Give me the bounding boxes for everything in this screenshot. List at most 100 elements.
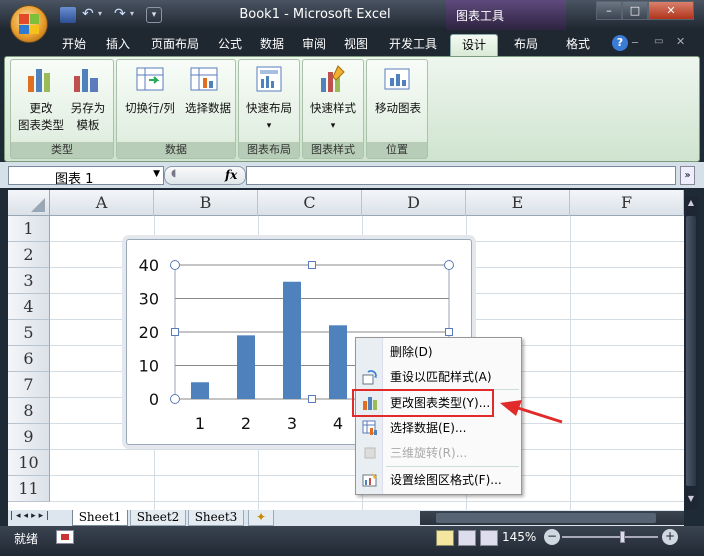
tab-review[interactable]: 审阅 <box>296 34 332 56</box>
sheet-nav-arrows-icon[interactable]: |◂◂▸▸| <box>10 511 70 525</box>
move-chart-button[interactable]: 移动图表 <box>367 100 429 117</box>
column-header-a[interactable]: A <box>50 190 154 216</box>
column-header-c[interactable]: C <box>258 190 362 216</box>
help-icon[interactable]: ? <box>612 35 628 51</box>
save-as-template-button[interactable]: 另存为 模板 <box>63 100 113 134</box>
scroll-down-icon[interactable]: ▼ <box>686 494 696 508</box>
row-header-4[interactable]: 4 <box>8 294 50 320</box>
save-icon[interactable] <box>60 7 76 23</box>
name-box[interactable]: 图表 1 ▼ <box>8 166 164 187</box>
highlight-box <box>352 389 494 417</box>
close-button[interactable]: ✕ <box>648 1 694 20</box>
row-header-8[interactable]: 8 <box>8 398 50 424</box>
customize-qat-icon[interactable]: ▾ <box>146 7 162 23</box>
quick-style-button[interactable]: 快速样式 <box>303 100 363 117</box>
tab-developer[interactable]: 开发工具 <box>382 34 444 56</box>
insert-function-icon[interactable]: fx <box>225 168 237 182</box>
tab-insert[interactable]: 插入 <box>100 34 136 56</box>
row-header-3[interactable]: 3 <box>8 268 50 294</box>
quick-style-dropdown-icon[interactable]: ▾ <box>303 118 363 135</box>
normal-view-icon[interactable] <box>436 530 454 546</box>
page-layout-view-icon[interactable] <box>458 530 476 546</box>
save-template-icon <box>74 69 98 92</box>
vertical-scrollbar[interactable]: ▲ ▼ <box>684 196 698 510</box>
column-header-d[interactable]: D <box>362 190 466 216</box>
menu-item-reset-style-label: 重设以匹配样式(A) <box>390 370 492 384</box>
redo-dropdown-icon[interactable]: ▾ <box>130 9 134 18</box>
tab-layout[interactable]: 布局 <box>506 34 546 56</box>
page-break-view-icon[interactable] <box>480 530 498 546</box>
menu-item-delete[interactable]: 删除(D) <box>356 340 521 364</box>
tab-formulas[interactable]: 公式 <box>212 34 248 56</box>
bar <box>329 325 347 399</box>
tab-data[interactable]: 数据 <box>254 34 290 56</box>
sheet-tab-2[interactable]: Sheet2 <box>130 510 186 526</box>
redo-icon[interactable]: ↷ <box>114 6 126 22</box>
status-bar <box>0 526 704 556</box>
scroll-up-icon[interactable]: ▲ <box>686 198 696 212</box>
bar <box>237 335 255 399</box>
zoom-slider-thumb[interactable] <box>620 531 625 543</box>
horizontal-scrollbar[interactable] <box>420 511 684 525</box>
select-all-corner[interactable] <box>8 190 50 216</box>
selection-handle <box>308 395 316 403</box>
ribbon-close-icon[interactable]: ✕ <box>676 35 685 48</box>
vertical-scroll-thumb[interactable] <box>686 216 696 486</box>
tab-design[interactable]: 设计 <box>450 34 498 56</box>
zoom-out-icon[interactable]: − <box>544 529 560 545</box>
tab-format[interactable]: 格式 <box>558 34 598 56</box>
zoom-slider[interactable] <box>562 536 658 538</box>
formula-input[interactable] <box>246 166 676 185</box>
horizontal-scroll-thumb[interactable] <box>436 513 656 523</box>
row-header-1[interactable]: 1 <box>8 216 50 242</box>
switch-row-column-button[interactable]: 切换行/列 <box>119 100 181 117</box>
column-headers: A B C D E F <box>8 190 684 216</box>
x-tick-label: 4 <box>333 414 343 433</box>
select-data-button[interactable]: 选择数据 <box>179 100 237 117</box>
column-header-f[interactable]: F <box>570 190 684 216</box>
formula-controls: ◖ fx <box>164 166 246 185</box>
row-header-9[interactable]: 9 <box>8 424 50 450</box>
name-box-dropdown-icon[interactable]: ▼ <box>153 169 160 179</box>
quick-layout-dropdown-icon[interactable]: ▾ <box>239 118 299 135</box>
menu-item-reset-style[interactable]: 重设以匹配样式(A) <box>356 365 521 389</box>
zoom-level[interactable]: 145% <box>502 530 536 544</box>
formula-expand-icon[interactable]: ◖ <box>171 168 176 179</box>
row-header-2[interactable]: 2 <box>8 242 50 268</box>
tab-home[interactable]: 开始 <box>56 34 92 56</box>
menu-item-delete-label: 删除(D) <box>390 345 433 359</box>
row-header-5[interactable]: 5 <box>8 320 50 346</box>
menu-item-select-data-label: 选择数据(E)... <box>390 421 467 435</box>
column-header-b[interactable]: B <box>154 190 258 216</box>
move-chart-icon <box>384 68 410 90</box>
sheet-tab-3[interactable]: Sheet3 <box>188 510 244 526</box>
tab-view[interactable]: 视图 <box>338 34 374 56</box>
row-header-10[interactable]: 10 <box>8 450 50 476</box>
insert-sheet-icon[interactable]: ✦ <box>248 510 274 526</box>
row-header-7[interactable]: 7 <box>8 372 50 398</box>
row-header-11[interactable]: 11 <box>8 476 50 502</box>
ribbon-restore-icon[interactable]: ▭ <box>654 36 663 47</box>
column-header-e[interactable]: E <box>466 190 570 216</box>
row-header-6[interactable]: 6 <box>8 346 50 372</box>
sheet-tab-1[interactable]: Sheet1 <box>72 510 128 526</box>
office-button[interactable] <box>10 5 48 43</box>
selection-handle <box>308 261 316 269</box>
office-logo-icon <box>19 14 39 34</box>
zoom-in-icon[interactable]: + <box>662 529 678 545</box>
quick-style-icon <box>321 65 345 92</box>
restore-button[interactable]: □ <box>622 1 648 20</box>
tab-page-layout[interactable]: 页面布局 <box>144 34 206 56</box>
ribbon-minimize-icon[interactable]: ─ <box>632 38 638 49</box>
change-chart-type-label2: 图表类型 <box>18 118 64 132</box>
name-box-value: 图表 1 <box>55 172 94 187</box>
change-chart-type-button[interactable]: 更改 图表类型 <box>13 100 69 134</box>
menu-item-format-plot-area[interactable]: 设置绘图区格式(F)... <box>356 468 521 492</box>
group-data-label: 数据 <box>117 142 235 158</box>
undo-icon[interactable]: ↶ <box>82 6 94 22</box>
formula-bar-expand-icon[interactable]: » <box>680 166 695 185</box>
minimize-button[interactable]: – <box>596 1 622 20</box>
undo-dropdown-icon[interactable]: ▾ <box>98 9 102 18</box>
macro-record-icon[interactable] <box>56 530 74 544</box>
quick-layout-button[interactable]: 快速布局 <box>239 100 299 117</box>
